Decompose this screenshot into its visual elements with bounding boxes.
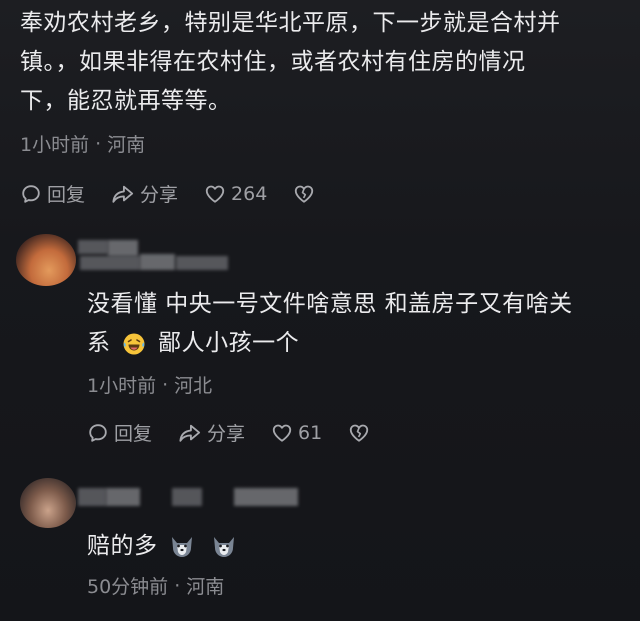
heart-icon xyxy=(272,424,292,442)
comment-fragment: 系 xyxy=(87,330,111,356)
username-redacted xyxy=(80,256,140,270)
username-redacted xyxy=(140,254,175,270)
share-button[interactable]: 分享 xyxy=(111,180,178,207)
reply-item: 赔的多 50分钟前 · 河南 xyxy=(87,527,632,598)
reply-button[interactable]: 回复 xyxy=(87,419,152,446)
laughing-tears-emoji xyxy=(123,333,145,354)
like-count: 61 xyxy=(298,421,323,444)
username-redacted xyxy=(234,488,298,506)
comment-text: 没看懂 中央一号文件啥意思 和盖房子又有啥关 系 鄙人小孩一个 xyxy=(87,285,632,363)
dislike-button[interactable] xyxy=(293,183,315,205)
reply-label: 回复 xyxy=(47,184,86,206)
broken-heart-icon xyxy=(295,185,314,203)
comment-item: 奉劝农村老乡，特别是华北平原，下一步就是合村并 镇。，如果非得在农村住，或者农村… xyxy=(20,4,620,206)
meta-separator: · xyxy=(174,574,181,597)
heart-icon xyxy=(205,185,225,203)
username-redacted xyxy=(78,488,106,506)
share-icon xyxy=(179,424,201,442)
reply-item: 没看懂 中央一号文件啥意思 和盖房子又有啥关 系 鄙人小孩一个 1小时前 · 河… xyxy=(87,285,632,445)
comment-text: 赔的多 xyxy=(87,527,632,566)
avatar[interactable] xyxy=(20,478,76,528)
comment-thread: 奉劝农村老乡，特别是华北平原，下一步就是合村并 镇。，如果非得在农村住，或者农村… xyxy=(0,0,640,621)
share-button[interactable]: 分享 xyxy=(178,419,245,446)
comment-line: 镇。，如果非得在农村住，或者农村有住房的情况 xyxy=(20,49,526,75)
share-icon xyxy=(112,185,134,203)
comment-time: 50分钟前 xyxy=(87,576,169,598)
username-redacted xyxy=(78,240,108,254)
comment-fragment: 赔的多 xyxy=(87,533,158,559)
husky-dog-emoji xyxy=(214,536,235,557)
like-button[interactable]: 61 xyxy=(271,422,322,444)
broken-heart-icon xyxy=(350,424,369,442)
reply-button[interactable]: 回复 xyxy=(20,180,85,207)
share-label: 分享 xyxy=(207,423,246,445)
comment-time: 1小时前 xyxy=(87,375,157,397)
comment-fragment: 鄙人小孩一个 xyxy=(158,330,300,356)
comment-text: 奉劝农村老乡，特别是华北平原，下一步就是合村并 镇。，如果非得在农村住，或者农村… xyxy=(20,4,620,121)
comment-line: 下，能忍就再等等。 xyxy=(20,88,232,114)
share-label: 分享 xyxy=(140,184,179,206)
comment-line: 没看懂 中央一号文件啥意思 和盖房子又有啥关 xyxy=(87,291,573,317)
reply-icon xyxy=(89,423,107,442)
comment-line: 系 鄙人小孩一个 xyxy=(87,324,632,363)
reply-icon xyxy=(22,184,40,203)
comment-location: 河南 xyxy=(107,134,146,156)
like-button[interactable]: 264 xyxy=(204,183,267,205)
avatar[interactable] xyxy=(16,234,76,286)
dislike-button[interactable] xyxy=(348,422,370,444)
comment-meta: 1小时前 · 河北 xyxy=(87,371,212,398)
username-redacted xyxy=(172,488,202,506)
username-redacted xyxy=(108,240,138,256)
meta-separator: · xyxy=(162,373,169,396)
comment-actions: 回复 分享 61 xyxy=(87,419,407,446)
comment-location: 河南 xyxy=(186,576,225,598)
husky-dog-emoji xyxy=(172,536,193,557)
comment-meta: 1小时前 · 河南 xyxy=(20,130,145,157)
reply-label: 回复 xyxy=(114,423,153,445)
comment-location: 河北 xyxy=(174,375,213,397)
username-redacted xyxy=(106,488,140,506)
comment-meta: 50分钟前 · 河南 xyxy=(87,572,224,599)
like-count: 264 xyxy=(231,182,268,205)
meta-separator: · xyxy=(95,132,102,155)
comment-line: 奉劝农村老乡，特别是华北平原，下一步就是合村并 xyxy=(20,10,561,36)
comment-actions: 回复 分享 264 xyxy=(20,180,360,207)
comment-time: 1小时前 xyxy=(20,134,90,156)
username-redacted xyxy=(176,256,228,270)
